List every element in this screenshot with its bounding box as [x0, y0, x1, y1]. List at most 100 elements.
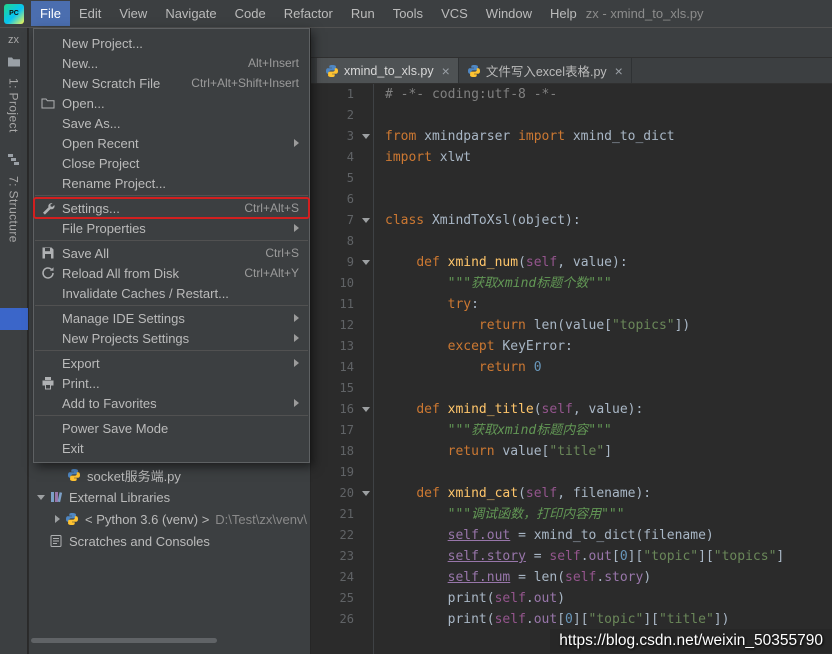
close-icon[interactable]: × — [615, 64, 623, 78]
menu-item-add-to-favorites[interactable]: Add to Favorites — [34, 393, 309, 413]
gutter-line[interactable]: 5 — [311, 168, 373, 189]
menu-help[interactable]: Help — [541, 1, 586, 26]
gutter-line[interactable]: 1 — [311, 84, 373, 105]
gutter-line[interactable]: 6 — [311, 189, 373, 210]
project-tool-icon[interactable] — [7, 55, 21, 73]
gutter-line[interactable]: 14 — [311, 357, 373, 378]
gutter-line[interactable]: 13 — [311, 336, 373, 357]
menu-run[interactable]: Run — [342, 1, 384, 26]
menu-item-print[interactable]: Print... — [34, 373, 309, 393]
code-token — [385, 255, 416, 270]
menu-item-open[interactable]: Open... — [34, 93, 309, 113]
code-area[interactable]: 1234567891011121314151617181920212223242… — [311, 84, 832, 654]
menu-item-settings[interactable]: Settings...Ctrl+Alt+S — [34, 198, 309, 218]
gutter-line[interactable]: 10 — [311, 273, 373, 294]
menu-file[interactable]: File — [31, 1, 70, 26]
code-token — [526, 360, 534, 375]
code-token: "topic" — [589, 612, 644, 627]
code-line — [385, 105, 832, 126]
menu-item-new-scratch-file[interactable]: New Scratch FileCtrl+Alt+Shift+Insert — [34, 73, 309, 93]
menu-item-open-recent[interactable]: Open Recent — [34, 133, 309, 153]
menu-code[interactable]: Code — [226, 1, 275, 26]
gutter-line[interactable]: 11 — [311, 294, 373, 315]
fold-marker-icon[interactable] — [358, 134, 373, 139]
code-token: class — [385, 213, 424, 228]
fold-marker-icon[interactable] — [358, 260, 373, 265]
menu-view[interactable]: View — [110, 1, 156, 26]
code-token: , value): — [573, 402, 643, 417]
menu-edit[interactable]: Edit — [70, 1, 110, 26]
gutter-line[interactable]: 17 — [311, 420, 373, 441]
menu-item-label: Print... — [62, 376, 299, 391]
code-token: "title" — [549, 444, 604, 459]
code-token — [385, 570, 448, 585]
chevron-down-icon[interactable] — [35, 491, 47, 503]
structure-tool-icon[interactable] — [7, 153, 20, 171]
tab-文件写入excel表格-py[interactable]: 文件写入excel表格.py× — [459, 58, 632, 83]
gutter-line[interactable]: 3 — [311, 126, 373, 147]
menu-vcs[interactable]: VCS — [432, 1, 477, 26]
menu-item-save-all[interactable]: Save AllCtrl+S — [34, 243, 309, 263]
code-token: . — [526, 612, 534, 627]
tool-button-structure[interactable]: 7: Structure — [7, 176, 21, 243]
chevron-right-icon[interactable] — [51, 513, 63, 525]
menu-item-power-save-mode[interactable]: Power Save Mode — [34, 418, 309, 438]
gutter-line[interactable]: 2 — [311, 105, 373, 126]
gutter-line[interactable]: 16 — [311, 399, 373, 420]
tab-xmind-to-xls-py[interactable]: xmind_to_xls.py× — [317, 58, 459, 83]
fold-arrow-icon — [362, 407, 370, 412]
menu-tools[interactable]: Tools — [384, 1, 432, 26]
gutter-line[interactable]: 19 — [311, 462, 373, 483]
menu-item-invalidate-caches-restart[interactable]: Invalidate Caches / Restart... — [34, 283, 309, 303]
menu-item-save-as[interactable]: Save As... — [34, 113, 309, 133]
gutter-line[interactable]: 18 — [311, 441, 373, 462]
code-token — [385, 297, 448, 312]
chevron-spacer — [53, 469, 65, 481]
horizontal-scrollbar[interactable] — [31, 638, 217, 643]
gutter-line[interactable]: 12 — [311, 315, 373, 336]
code-token: value[ — [495, 444, 550, 459]
scratches-icon — [49, 534, 64, 549]
menu-navigate[interactable]: Navigate — [156, 1, 225, 26]
gutter-line[interactable]: 20 — [311, 483, 373, 504]
print-icon — [40, 375, 56, 391]
code-token: xmind_title — [448, 402, 534, 417]
tree-item-external-libraries[interactable]: External Libraries — [29, 486, 310, 508]
menu-window[interactable]: Window — [477, 1, 541, 26]
gutter-line[interactable]: 8 — [311, 231, 373, 252]
tree-item-python-3-6-venv[interactable]: < Python 3.6 (venv) >D:\Test\zx\venv\ — [29, 508, 310, 530]
gutter-line[interactable]: 21 — [311, 504, 373, 525]
fold-marker-icon[interactable] — [358, 407, 373, 412]
gutter-line[interactable]: 23 — [311, 546, 373, 567]
watermark: https://blog.csdn.net/weixin_50355790 — [550, 629, 832, 653]
menu-item-new-projects-settings[interactable]: New Projects Settings — [34, 328, 309, 348]
gutter-line[interactable]: 15 — [311, 378, 373, 399]
menu-item-manage-ide-settings[interactable]: Manage IDE Settings — [34, 308, 309, 328]
gutter-line[interactable]: 22 — [311, 525, 373, 546]
menu-item-new[interactable]: New...Alt+Insert — [34, 53, 309, 73]
pycharm-window: PC FileEditViewNavigateCodeRefactorRunTo… — [0, 0, 832, 654]
gutter-line[interactable]: 9 — [311, 252, 373, 273]
code-token: "topics" — [714, 549, 777, 564]
code-token: ][ — [628, 549, 644, 564]
gutter-line[interactable]: 4 — [311, 147, 373, 168]
fold-marker-icon[interactable] — [358, 218, 373, 223]
fold-marker-icon[interactable] — [358, 491, 373, 496]
tree-item-socket服务端-py[interactable]: socket服务端.py — [29, 464, 310, 486]
code-token — [440, 255, 448, 270]
menu-item-reload-all-from-disk[interactable]: Reload All from DiskCtrl+Alt+Y — [34, 263, 309, 283]
menu-item-file-properties[interactable]: File Properties — [34, 218, 309, 238]
menu-item-exit[interactable]: Exit — [34, 438, 309, 458]
menu-item-export[interactable]: Export — [34, 353, 309, 373]
tree-item-scratches-and-consoles[interactable]: Scratches and Consoles — [29, 530, 310, 552]
menu-item-new-project[interactable]: New Project... — [34, 33, 309, 53]
gutter-line[interactable]: 26 — [311, 609, 373, 630]
gutter-line[interactable]: 24 — [311, 567, 373, 588]
menu-item-close-project[interactable]: Close Project — [34, 153, 309, 173]
close-icon[interactable]: × — [442, 64, 450, 78]
gutter-line[interactable]: 7 — [311, 210, 373, 231]
gutter-line[interactable]: 25 — [311, 588, 373, 609]
tool-button-project[interactable]: 1: Project — [7, 78, 21, 133]
menu-item-rename-project[interactable]: Rename Project... — [34, 173, 309, 193]
menu-refactor[interactable]: Refactor — [275, 1, 342, 26]
